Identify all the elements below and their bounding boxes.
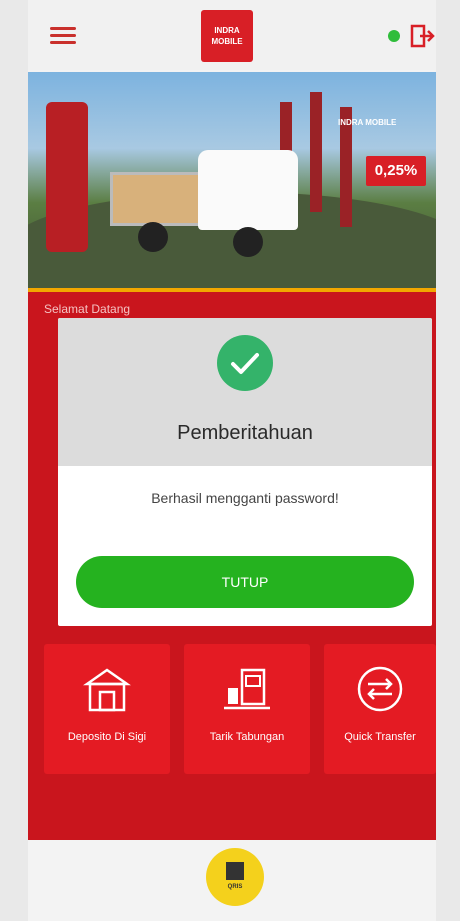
notification-dialog: Pemberitahuan Berhasil mengganti passwor…	[58, 318, 432, 626]
success-check-icon	[217, 335, 273, 391]
dialog-header: Pemberitahuan	[58, 318, 432, 466]
close-button[interactable]: TUTUP	[76, 556, 414, 608]
dialog-title: Pemberitahuan	[177, 422, 313, 444]
modal-overlay: Pemberitahuan Berhasil mengganti passwor…	[0, 0, 460, 921]
dialog-message: Berhasil mengganti password!	[151, 490, 339, 506]
